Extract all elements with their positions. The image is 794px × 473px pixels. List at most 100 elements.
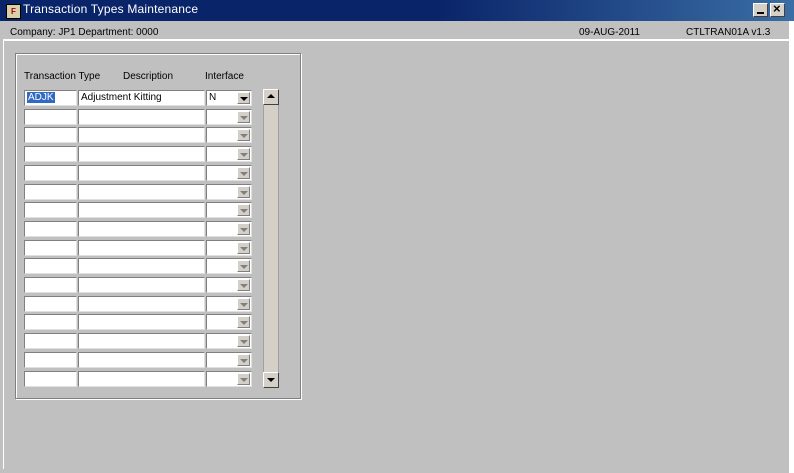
interface-select[interactable] [206, 109, 252, 125]
transaction-type-field[interactable] [24, 352, 77, 368]
description-field[interactable] [78, 127, 205, 143]
description-field[interactable] [78, 333, 205, 349]
transaction-type-field[interactable] [24, 221, 77, 237]
transaction-type-field[interactable] [24, 240, 77, 256]
arrow-up-icon [267, 94, 275, 98]
interface-select[interactable] [206, 127, 252, 143]
transaction-type-field[interactable] [24, 109, 77, 125]
transaction-type-field[interactable] [24, 184, 77, 200]
info-bar: Company: JP1 Department: 0000 09-AUG-201… [3, 24, 789, 41]
chevron-down-icon [240, 209, 248, 213]
description-field[interactable] [78, 240, 205, 256]
scrollbar-track[interactable] [264, 105, 278, 372]
vertical-scrollbar[interactable] [263, 89, 279, 388]
dropdown-button[interactable] [237, 92, 250, 104]
minimize-icon [757, 12, 764, 14]
minimize-button[interactable] [753, 3, 768, 17]
interface-select[interactable]: N [206, 90, 252, 106]
column-header-description: Description [123, 71, 174, 82]
interface-select[interactable] [206, 258, 252, 274]
interface-select[interactable] [206, 333, 252, 349]
dropdown-button[interactable] [237, 354, 250, 366]
chevron-down-icon [240, 359, 248, 363]
description-field[interactable] [78, 371, 205, 387]
dropdown-button[interactable] [237, 186, 250, 198]
dropdown-button[interactable] [237, 260, 250, 272]
chevron-down-icon [240, 97, 248, 101]
chevron-down-icon [240, 228, 248, 232]
description-field[interactable] [78, 202, 205, 218]
chevron-down-icon [240, 153, 248, 157]
description-field[interactable] [78, 352, 205, 368]
interface-value: N [209, 92, 217, 103]
interface-select[interactable] [206, 371, 252, 387]
interface-select[interactable] [206, 165, 252, 181]
close-button[interactable]: × [770, 1, 785, 17]
transaction-type-field[interactable] [24, 333, 77, 349]
scroll-up-button[interactable] [263, 89, 279, 105]
chevron-down-icon [240, 172, 248, 176]
transaction-type-field[interactable] [24, 127, 77, 143]
transaction-type-field[interactable] [24, 165, 77, 181]
chevron-down-icon [240, 303, 248, 307]
scroll-down-button[interactable] [263, 372, 279, 388]
description-field[interactable] [78, 109, 205, 125]
interface-select[interactable] [206, 352, 252, 368]
chevron-down-icon [240, 116, 248, 120]
column-header-interface: Interface [205, 71, 244, 82]
window-title: Transaction Types Maintenance [23, 2, 199, 16]
interface-select[interactable] [206, 296, 252, 312]
description-field[interactable] [78, 296, 205, 312]
description-field[interactable] [78, 184, 205, 200]
chevron-down-icon [240, 284, 248, 288]
dropdown-button[interactable] [237, 111, 250, 123]
description-field[interactable] [78, 258, 205, 274]
arrow-down-icon [267, 378, 275, 382]
form-app-icon[interactable]: F [6, 4, 21, 19]
date-label: 09-AUG-2011 [579, 27, 640, 38]
dropdown-button[interactable] [237, 242, 250, 254]
dropdown-button[interactable] [237, 335, 250, 347]
interface-select[interactable] [206, 221, 252, 237]
company-department-label: Company: JP1 Department: 0000 [10, 27, 159, 38]
description-field[interactable] [78, 165, 205, 181]
transaction-type-field[interactable] [24, 371, 77, 387]
transaction-type-field[interactable]: ADJK [24, 90, 77, 106]
dropdown-button[interactable] [237, 129, 250, 141]
dropdown-button[interactable] [237, 279, 250, 291]
interface-select[interactable] [206, 146, 252, 162]
description-field[interactable] [78, 221, 205, 237]
interface-select[interactable] [206, 240, 252, 256]
dropdown-button[interactable] [237, 373, 250, 385]
interface-select[interactable] [206, 314, 252, 330]
transaction-type-field[interactable] [24, 258, 77, 274]
chevron-down-icon [240, 265, 248, 269]
chevron-down-icon [240, 378, 248, 382]
form-version-label: CTLTRAN01A v1.3 [686, 27, 771, 38]
dropdown-button[interactable] [237, 148, 250, 160]
transaction-type-field[interactable] [24, 277, 77, 293]
dropdown-button[interactable] [237, 167, 250, 179]
description-field[interactable] [78, 314, 205, 330]
description-field[interactable] [78, 146, 205, 162]
transaction-type-field[interactable] [24, 314, 77, 330]
dropdown-button[interactable] [237, 204, 250, 216]
transaction-type-field[interactable] [24, 146, 77, 162]
transaction-type-field[interactable] [24, 296, 77, 312]
interface-select[interactable] [206, 202, 252, 218]
interface-select[interactable] [206, 184, 252, 200]
dropdown-button[interactable] [237, 223, 250, 235]
dropdown-button[interactable] [237, 316, 250, 328]
title-bar[interactable]: F Transaction Types Maintenance × [0, 0, 794, 21]
window-border [789, 21, 794, 473]
chevron-down-icon [240, 134, 248, 138]
chevron-down-icon [240, 321, 248, 325]
description-field[interactable]: Adjustment Kitting [78, 90, 205, 106]
close-icon: × [773, 1, 781, 16]
transaction-type-field[interactable] [24, 202, 77, 218]
description-field[interactable] [78, 277, 205, 293]
interface-select[interactable] [206, 277, 252, 293]
transaction-type-value: ADJK [27, 92, 55, 103]
dropdown-button[interactable] [237, 298, 250, 310]
chevron-down-icon [240, 247, 248, 251]
